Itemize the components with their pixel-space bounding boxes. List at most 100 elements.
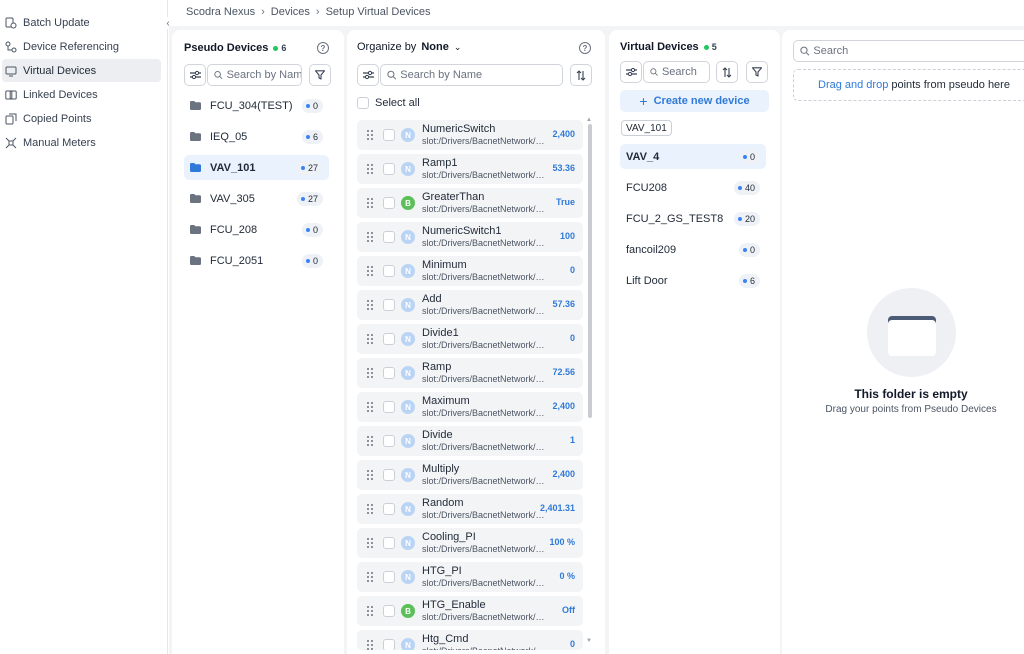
filter-chip[interactable]: VAV_101 [621,120,672,136]
pseudo-filter-button[interactable] [309,64,331,86]
manual-meters-icon [5,137,17,149]
point-row[interactable]: N Minimum slot:/Drivers/BacnetNetwork/HVAC… [357,256,583,286]
empty-subtitle: Drag your points from Pseudo Devices [825,404,997,415]
drag-handle-icon[interactable] [367,606,373,616]
drag-handle-icon[interactable] [367,266,373,276]
detail-search[interactable] [793,40,1024,62]
drag-handle-icon[interactable] [367,300,373,310]
points-search[interactable] [380,64,563,86]
checkbox[interactable] [383,605,395,617]
detail-search-input[interactable] [813,45,1024,57]
sidebar-item-linked-devices[interactable]: Linked Devices [2,83,161,106]
point-row[interactable]: B HTG_Enable slot:/Drivers/BacnetNetwork/H… [357,596,583,626]
checkbox[interactable] [383,197,395,209]
checkbox[interactable] [383,367,395,379]
pseudo-device-item[interactable]: FCU_208 0 [184,217,329,242]
checkbox[interactable] [383,265,395,277]
device-referencing-icon [5,41,17,53]
sort-button[interactable] [716,61,738,83]
drag-handle-icon[interactable] [367,402,373,412]
checkbox[interactable] [383,537,395,549]
sidebar-item-virtual-devices[interactable]: Virtual Devices [2,59,161,82]
batch-update-icon [5,17,17,29]
drag-handle-icon[interactable] [367,368,373,378]
adjust-button[interactable] [620,61,642,83]
breadcrumb-item-root[interactable]: Scodra Nexus [186,6,255,18]
point-row[interactable]: N Cooling_PI slot:/Drivers/BacnetNetwork/H… [357,528,583,558]
points-scrollbar[interactable] [588,124,592,418]
point-value: 53.36 [552,163,575,173]
select-all-checkbox[interactable]: Select all [357,97,420,109]
checkbox[interactable] [383,231,395,243]
virtual-search[interactable] [643,61,710,83]
scroll-down-icon[interactable]: ▼ [586,638,592,644]
pseudo-device-item[interactable]: FCU_2051 0 [184,248,329,273]
drag-handle-icon[interactable] [367,538,373,548]
sort-button[interactable] [570,64,592,86]
checkbox[interactable] [383,163,395,175]
drop-zone[interactable]: Drag and drop points from pseudo here [793,69,1024,101]
organize-by-dropdown[interactable]: Organize by None ⌄ [357,41,461,53]
scroll-up-icon[interactable]: ▲ [586,117,592,123]
virtual-filter-button[interactable] [746,61,768,83]
point-count-badge: 6 [301,129,323,144]
adjust-button[interactable] [184,64,206,86]
sidebar-item-copied-points[interactable]: Copied Points [2,107,161,130]
virtual-search-input[interactable] [661,66,709,78]
point-row[interactable]: N NumericSwitch1 slot:/Drivers/BacnetNetwo… [357,222,583,252]
checkbox[interactable] [383,503,395,515]
checkbox[interactable] [383,639,395,650]
help-icon[interactable]: ? [317,42,329,54]
checkbox[interactable] [383,129,395,141]
drag-handle-icon[interactable] [367,504,373,514]
checkbox[interactable] [383,469,395,481]
help-icon[interactable]: ? [579,42,591,54]
point-row[interactable]: N Multiply slot:/Drivers/BacnetNetwork/HVA… [357,460,583,490]
create-new-device-button[interactable]: + Create new device [620,90,769,112]
virtual-device-item[interactable]: FCU_2_GS_TEST8 20 [620,206,766,231]
point-row[interactable]: N Add slot:/Drivers/BacnetNetwork/HVAC 57.3… [357,290,583,320]
checkbox[interactable] [383,333,395,345]
point-row[interactable]: N Divide slot:/Drivers/BacnetNetwork/HVAC 1 [357,426,583,456]
drag-handle-icon[interactable] [367,198,373,208]
point-row[interactable]: N Divide1 slot:/Drivers/BacnetNetwork/HVAC… [357,324,583,354]
point-row[interactable]: N HTG_PI slot:/Drivers/BacnetNetwork/HVAC 0… [357,562,583,592]
checkbox[interactable] [383,299,395,311]
checkbox[interactable] [383,401,395,413]
points-search-input[interactable] [400,69,562,81]
point-count-badge: 6 [738,273,760,288]
pseudo-search-input[interactable] [226,69,301,81]
pseudo-device-item[interactable]: IEQ_05 6 [184,124,329,149]
drag-handle-icon[interactable] [367,436,373,446]
drag-handle-icon[interactable] [367,130,373,140]
drag-handle-icon[interactable] [367,232,373,242]
point-row[interactable]: N Random slot:/Drivers/BacnetNetwork/HVAC 2… [357,494,583,524]
virtual-device-item[interactable]: Lift Door 6 [620,268,766,293]
point-row[interactable]: B GreaterThan slot:/Drivers/BacnetNetwork/… [357,188,583,218]
point-row[interactable]: N Htg_Cmdslot:/Drivers/BacnetNetwork/HVAC… [357,630,583,650]
sidebar-item-manual-meters[interactable]: Manual Meters [2,131,161,154]
drag-handle-icon[interactable] [367,164,373,174]
sidebar-item-batch-update[interactable]: Batch Update [2,11,161,34]
pseudo-search[interactable] [207,64,302,86]
checkbox[interactable] [383,571,395,583]
drag-handle-icon[interactable] [367,334,373,344]
checkbox[interactable] [357,97,369,109]
point-row[interactable]: N Ramp1 slot:/Drivers/BacnetNetwork/HVAC 53… [357,154,583,184]
virtual-device-item[interactable]: fancoil209 0 [620,237,766,262]
checkbox[interactable] [383,435,395,447]
point-row[interactable]: N NumericSwitch slot:/Drivers/BacnetNetwor… [357,120,583,150]
pseudo-device-item[interactable]: FCU_304(TEST) 0 [184,93,329,118]
point-row[interactable]: N Ramp slot:/Drivers/BacnetNetwork/HVAC 72.… [357,358,583,388]
drag-handle-icon[interactable] [367,572,373,582]
sidebar-item-device-referencing[interactable]: Device Referencing [2,35,161,58]
virtual-device-item[interactable]: FCU208 40 [620,175,766,200]
breadcrumb-item-devices[interactable]: Devices [271,6,310,18]
adjust-button[interactable] [357,64,379,86]
drag-handle-icon[interactable] [367,470,373,480]
point-row[interactable]: N Maximum slot:/Drivers/BacnetNetwork/HVAC… [357,392,583,422]
drag-handle-icon[interactable] [367,640,373,650]
pseudo-device-item[interactable]: VAV_305 27 [184,186,329,211]
pseudo-device-item[interactable]: VAV_101 27 [184,155,329,180]
virtual-device-item[interactable]: VAV_4 0 [620,144,766,169]
